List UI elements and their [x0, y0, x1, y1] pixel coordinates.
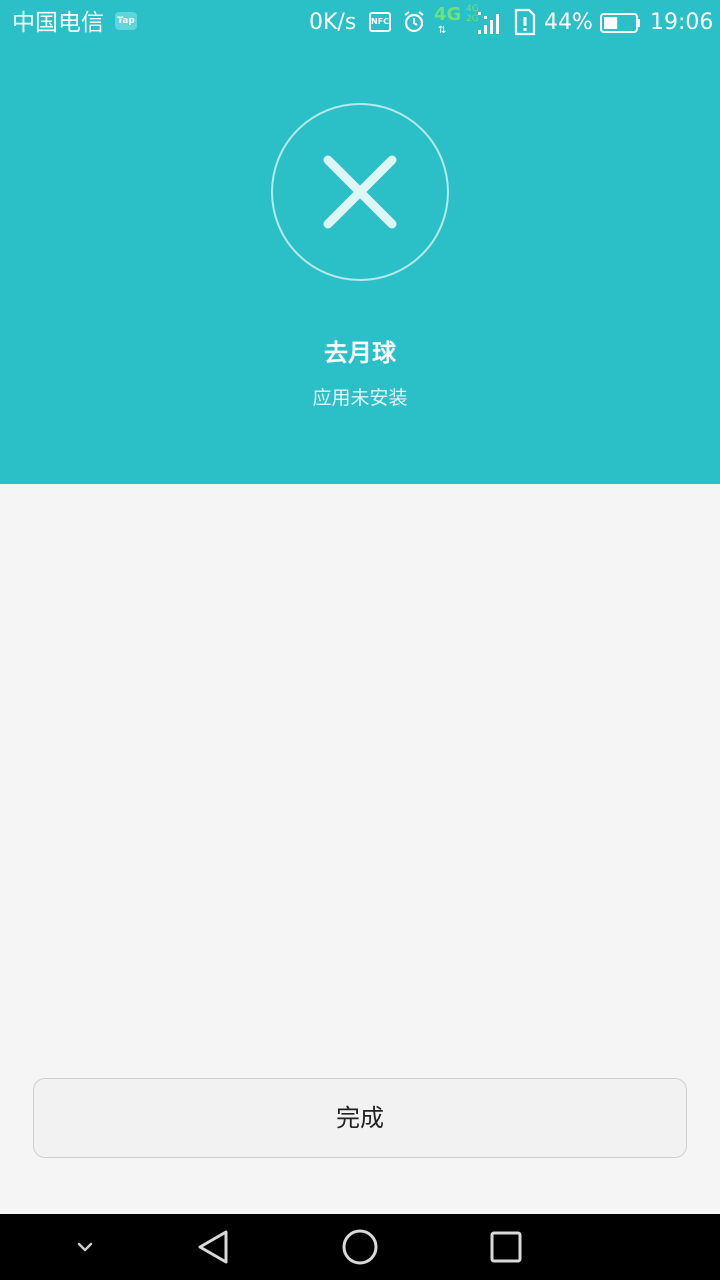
done-button[interactable]: 完成: [33, 1078, 687, 1158]
carrier-label: 中国电信: [12, 10, 104, 36]
app-name: 去月球: [324, 339, 396, 367]
network-speed: 0K/s: [309, 10, 357, 35]
signal-strength-icon: [478, 12, 499, 34]
close-icon: [323, 155, 397, 229]
data-activity-icon: ⇅: [438, 25, 447, 36]
install-status-text: 应用未安装: [312, 387, 408, 409]
sim-alert-icon: [514, 8, 536, 36]
chevron-down-icon: [77, 1242, 93, 1252]
nav-back-button[interactable]: [186, 1214, 242, 1280]
nav-home-button[interactable]: [332, 1214, 388, 1280]
battery-percent: 44%: [544, 10, 593, 35]
back-triangle-icon: [198, 1230, 228, 1264]
nav-collapse-button[interactable]: [64, 1214, 106, 1280]
alarm-icon: [404, 11, 424, 33]
nav-recents-button[interactable]: [478, 1214, 534, 1280]
taptap-notification-icon: Tap: [115, 12, 137, 30]
navigation-bar: [0, 1214, 720, 1280]
home-circle-icon: [342, 1229, 378, 1265]
battery-icon: [600, 13, 640, 33]
nfc-icon: NFC: [369, 12, 391, 32]
recents-square-icon: [490, 1231, 522, 1263]
clock: 19:06: [650, 10, 714, 35]
network-type-4g: 4G: [434, 4, 462, 25]
install-result-header: 中国电信 Tap 0K/s NFC 4G ⇅ 4G 2G 44% 19:06 去…: [0, 0, 720, 484]
status-bar: 中国电信 Tap 0K/s NFC 4G ⇅ 4G 2G 44% 19:06: [0, 0, 720, 46]
